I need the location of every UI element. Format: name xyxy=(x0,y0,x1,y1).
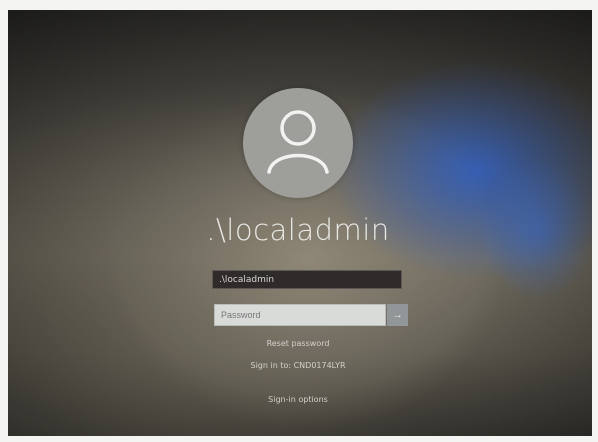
user-avatar xyxy=(243,88,353,198)
reset-password-link[interactable]: Reset password xyxy=(158,339,438,348)
username-field[interactable]: .\localadmin xyxy=(212,270,402,289)
background-blur xyxy=(478,160,592,300)
user-icon xyxy=(267,110,329,174)
arrow-right-icon: → xyxy=(392,309,403,321)
password-row: → xyxy=(214,304,408,326)
photo-frame: .\localadmin .\localadmin → Reset passwo… xyxy=(0,0,598,442)
username-heading: .\localadmin xyxy=(206,213,390,247)
windows-sign-in-screen: .\localadmin .\localadmin → Reset passwo… xyxy=(8,10,592,436)
sign-in-options-link[interactable]: Sign-in options xyxy=(158,395,438,404)
password-input[interactable] xyxy=(214,304,386,326)
sign-in-to-domain-link[interactable]: Sign in to: CND0174LYR xyxy=(158,361,438,370)
submit-button[interactable]: → xyxy=(387,304,408,326)
